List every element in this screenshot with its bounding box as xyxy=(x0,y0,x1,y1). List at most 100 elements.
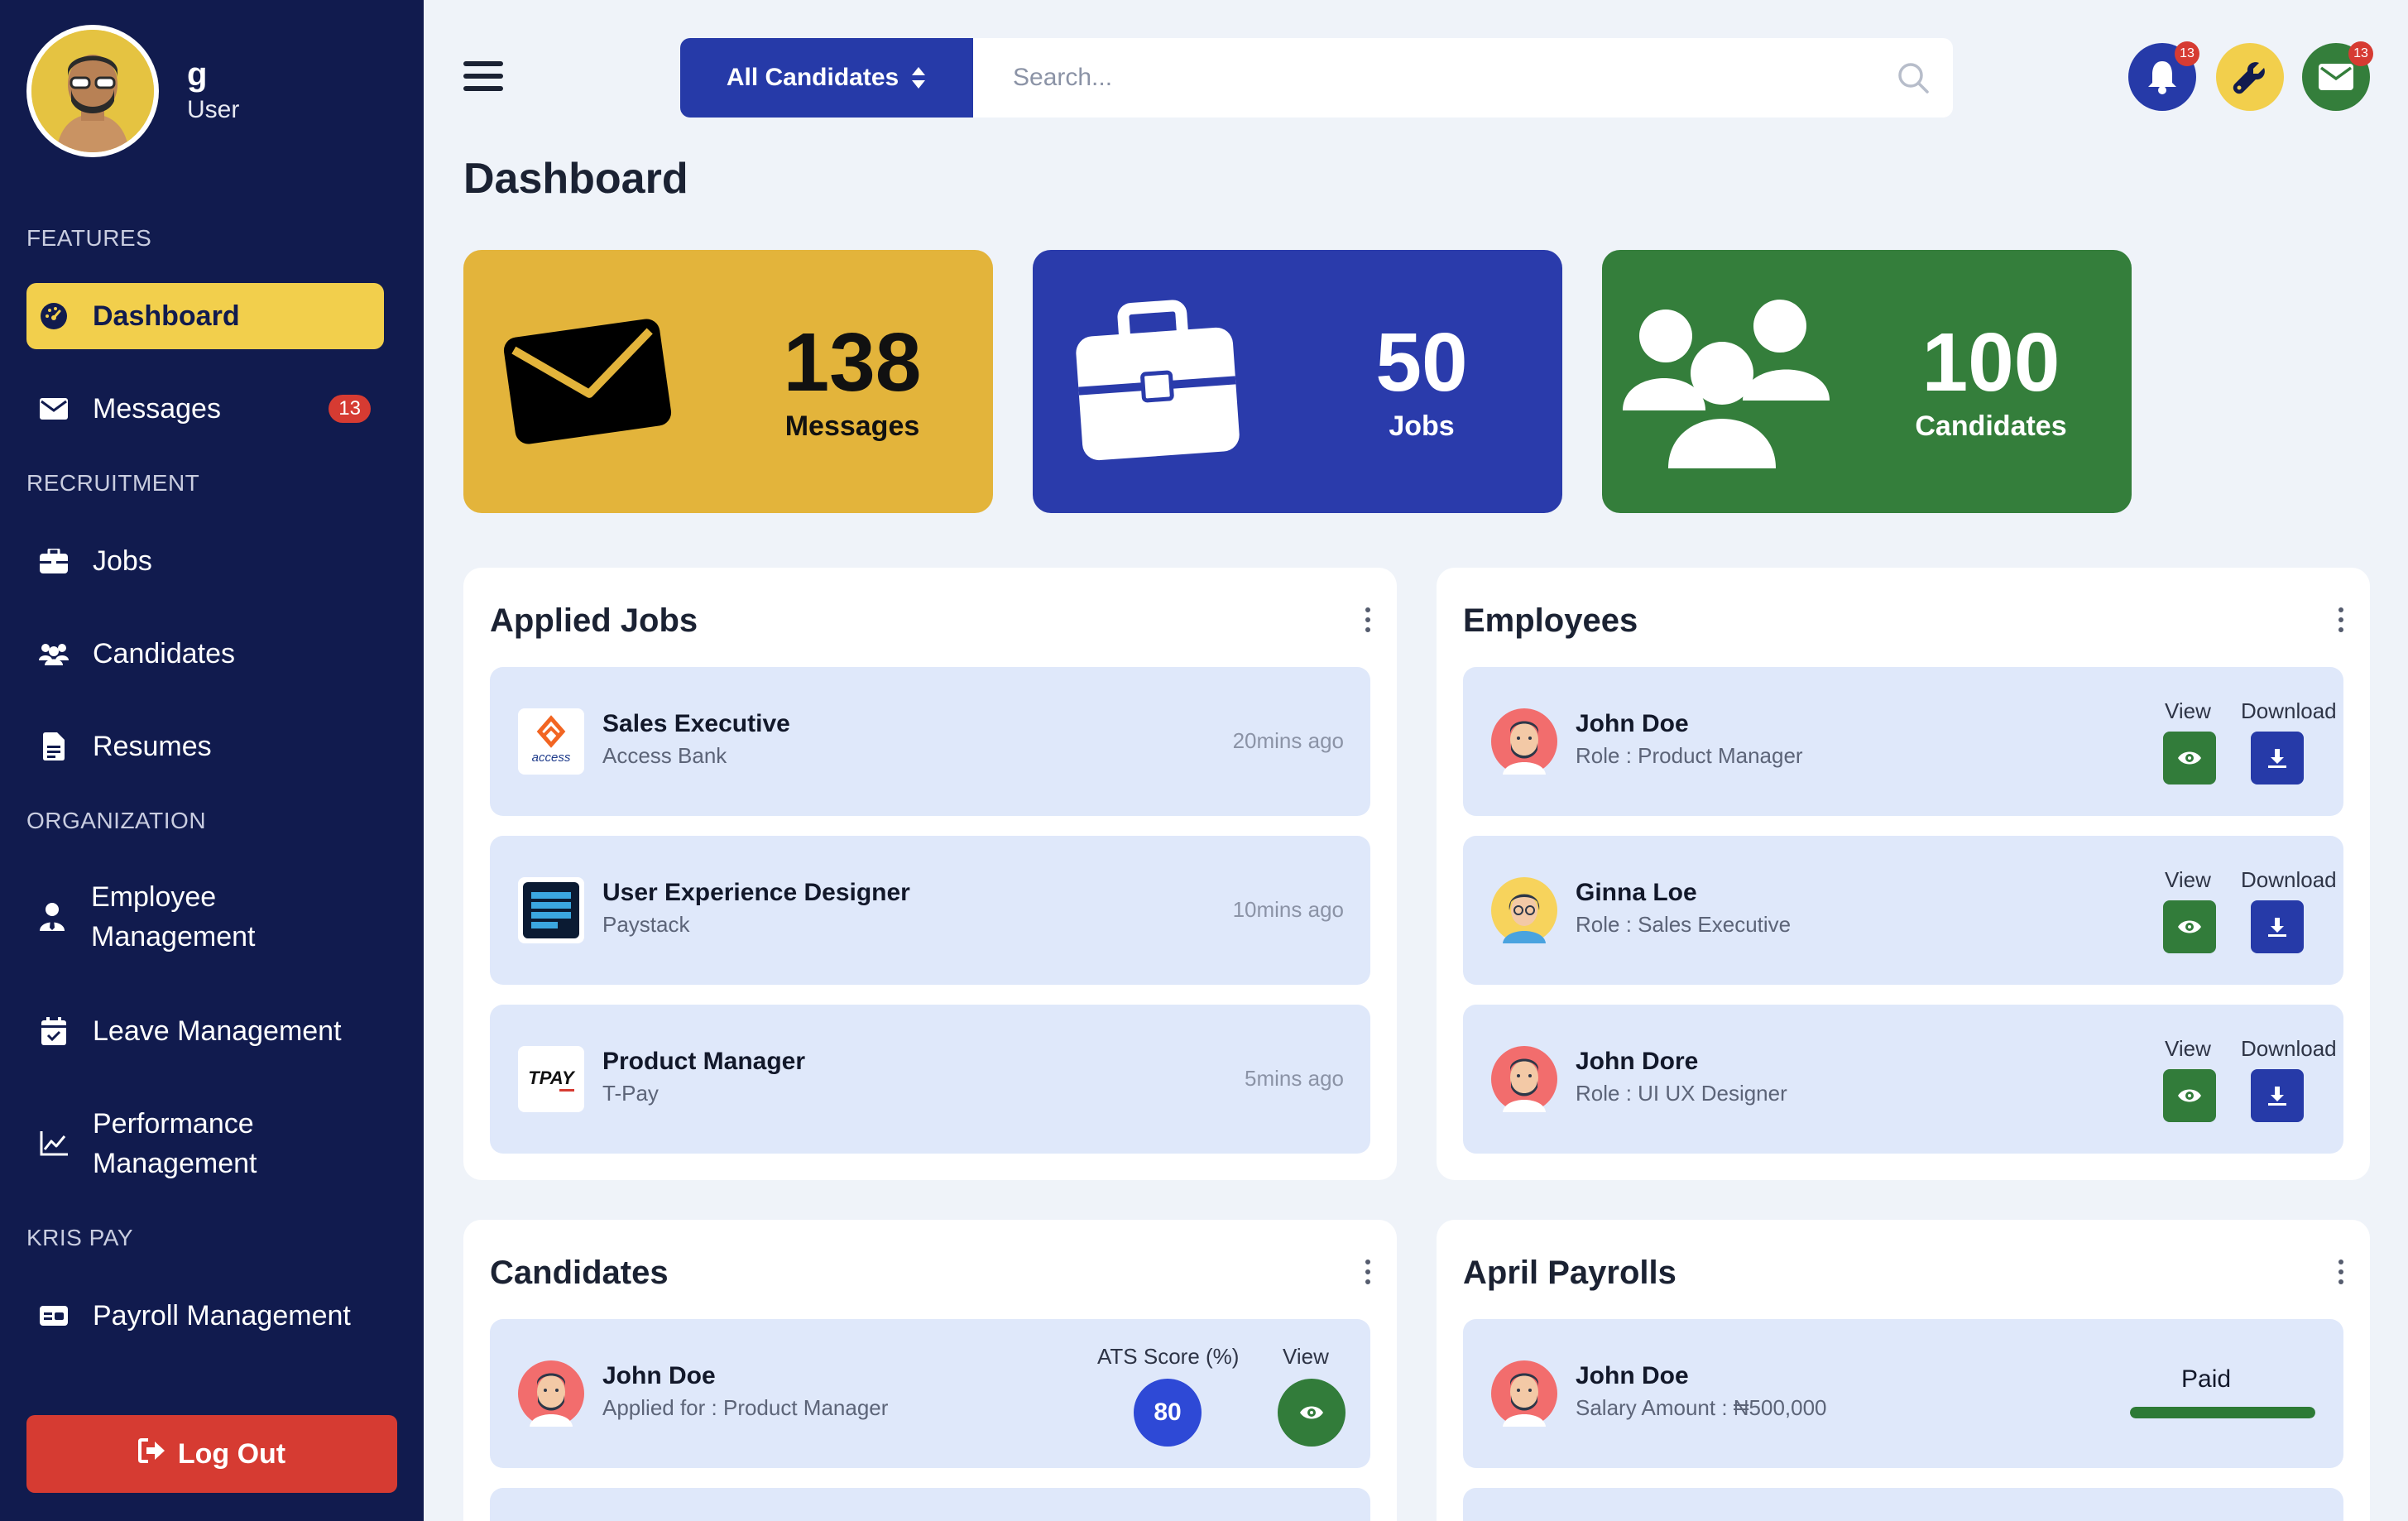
payment-status: Paid xyxy=(2181,1365,2232,1393)
payrolls-panel: April Payrolls John Doe Salary Amount : … xyxy=(1437,1220,2370,1521)
messages-count-badge: 13 xyxy=(329,395,371,423)
kebab-menu-icon[interactable] xyxy=(2338,1260,2345,1289)
view-button[interactable] xyxy=(2163,732,2216,784)
user-role: User xyxy=(187,96,240,123)
panel-title: Applied Jobs xyxy=(490,602,698,639)
candidate-applied-for: Applied for : Product Manager xyxy=(602,1395,889,1420)
list-item[interactable]: User Experience Designer Paystack 10mins… xyxy=(490,836,1370,985)
sidebar-item-jobs[interactable]: Jobs xyxy=(26,541,384,581)
view-button[interactable] xyxy=(2163,900,2216,953)
avatar xyxy=(1491,708,1557,775)
employee-name: John Doe xyxy=(1576,1362,1689,1389)
stat-card-candidates[interactable]: 100 Candidates xyxy=(1602,250,2132,513)
page-title: Dashboard xyxy=(463,155,688,203)
stat-value: 50 xyxy=(1375,315,1468,409)
section-label-organization: ORGANIZATION xyxy=(26,808,207,833)
eye-icon xyxy=(2178,920,2201,933)
mail-button[interactable]: 13 xyxy=(2302,41,2373,111)
search-input[interactable] xyxy=(973,38,1873,118)
user-tie-icon xyxy=(36,901,68,933)
briefcase-icon xyxy=(38,545,70,577)
users-icon xyxy=(1602,295,1850,468)
avatar xyxy=(518,1360,584,1427)
money-check-icon xyxy=(38,1300,70,1331)
section-label-recruitment: RECRUITMENT xyxy=(26,470,200,496)
mail-badge: 13 xyxy=(2348,41,2373,66)
sidebar-item-resumes[interactable]: Resumes xyxy=(26,727,384,766)
download-button[interactable] xyxy=(2251,900,2304,953)
sidebar-item-dashboard[interactable]: Dashboard xyxy=(26,283,384,349)
settings-button[interactable] xyxy=(2216,43,2284,111)
notifications-button[interactable]: 13 xyxy=(2128,41,2199,111)
envelope-icon xyxy=(38,393,70,425)
sidebar-item-payroll-management[interactable]: Payroll Management xyxy=(26,1296,384,1336)
salary-amount: Salary Amount : ₦500,000 xyxy=(1576,1395,1827,1420)
svg-text:TPAY: TPAY xyxy=(528,1068,576,1088)
kebab-menu-icon[interactable] xyxy=(1365,1260,1372,1289)
view-button[interactable] xyxy=(1278,1379,1346,1447)
tpay-logo: TPAY xyxy=(518,1046,584,1112)
stat-value: 100 xyxy=(1921,315,2060,409)
stat-card-messages[interactable]: 138 Messages xyxy=(463,250,993,513)
panel-title: April Payrolls xyxy=(1463,1255,1676,1291)
logout-label: Log Out xyxy=(177,1437,286,1470)
table-row: John Doe Salary Amount : ₦500,000 Paid xyxy=(1463,1319,2343,1468)
logout-button[interactable]: Log Out xyxy=(26,1415,397,1493)
list-item[interactable]: TPAY Product Manager T-Pay 5mins ago xyxy=(490,1005,1370,1154)
sidebar: g User FEATURES Dashboard Messages 13 RE… xyxy=(0,0,424,1521)
download-icon xyxy=(2268,749,2286,768)
ats-score-badge: 80 xyxy=(1134,1379,1202,1447)
search-icon[interactable] xyxy=(1873,38,1953,118)
table-row: John Doe Role : Product Manager View Dow… xyxy=(1463,667,2343,816)
company-name: Access Bank xyxy=(602,743,727,768)
paystack-logo xyxy=(518,877,584,943)
employee-name: Ginna Loe xyxy=(1576,879,1697,906)
candidate-name: John Doe xyxy=(602,1362,716,1389)
ats-score-label: ATS Score (%) xyxy=(1097,1344,1240,1369)
sidebar-item-label: Payroll Management xyxy=(93,1299,351,1331)
employee-name: John Dore xyxy=(1576,1048,1699,1075)
line-chart-icon xyxy=(38,1128,70,1159)
user-name: g xyxy=(187,56,208,93)
table-row: John Dore Role : UI UX Designer View Dow… xyxy=(1463,1005,2343,1154)
download-button[interactable] xyxy=(2251,732,2304,784)
timestamp: 20mins ago xyxy=(1232,728,1344,753)
search-filter-label: All Candidates xyxy=(726,64,899,91)
download-label: Download xyxy=(2241,867,2337,892)
sidebar-item-label: Jobs xyxy=(93,545,152,577)
employee-role: Role : UI UX Designer xyxy=(1576,1081,1787,1106)
stat-card-jobs[interactable]: 50 Jobs xyxy=(1033,250,1562,513)
kebab-menu-icon[interactable] xyxy=(1365,607,1372,637)
search-filter-select[interactable]: All Candidates xyxy=(680,38,973,118)
download-icon xyxy=(2268,918,2286,937)
eye-icon xyxy=(2178,751,2201,765)
stat-value: 138 xyxy=(783,315,922,409)
briefcase-icon xyxy=(1033,299,1281,464)
employees-panel: Employees John Doe Role : Product Manage… xyxy=(1437,568,2370,1180)
sidebar-item-label: Candidates xyxy=(93,637,236,669)
view-button[interactable] xyxy=(2163,1069,2216,1122)
download-label: Download xyxy=(2241,1036,2337,1061)
bell-icon xyxy=(2148,61,2176,94)
users-icon xyxy=(38,638,70,669)
stat-label: Jobs xyxy=(1389,410,1455,442)
avatar[interactable] xyxy=(26,25,159,157)
kebab-menu-icon[interactable] xyxy=(2338,607,2345,637)
sidebar-item-candidates[interactable]: Candidates xyxy=(26,634,384,674)
document-icon xyxy=(38,731,70,762)
sidebar-item-leave-management[interactable]: Leave Management xyxy=(26,1011,384,1051)
download-button[interactable] xyxy=(2251,1069,2304,1122)
menu-toggle-button[interactable] xyxy=(463,61,503,91)
table-row xyxy=(1463,1488,2343,1521)
sidebar-item-performance-management[interactable]: Performance Management xyxy=(26,1104,384,1183)
timestamp: 10mins ago xyxy=(1232,897,1344,922)
payment-progress-fill xyxy=(2130,1407,2315,1418)
list-item[interactable]: access Sales Executive Access Bank 20min… xyxy=(490,667,1370,816)
envelope-icon xyxy=(2319,64,2353,90)
table-row xyxy=(490,1488,1370,1521)
calendar-check-icon xyxy=(38,1015,70,1047)
sidebar-item-employee-management[interactable]: Employee Management xyxy=(26,877,384,957)
company-name: Paystack xyxy=(602,912,690,937)
sidebar-item-messages[interactable]: Messages 13 xyxy=(26,389,384,429)
hamburger-icon xyxy=(463,61,503,66)
